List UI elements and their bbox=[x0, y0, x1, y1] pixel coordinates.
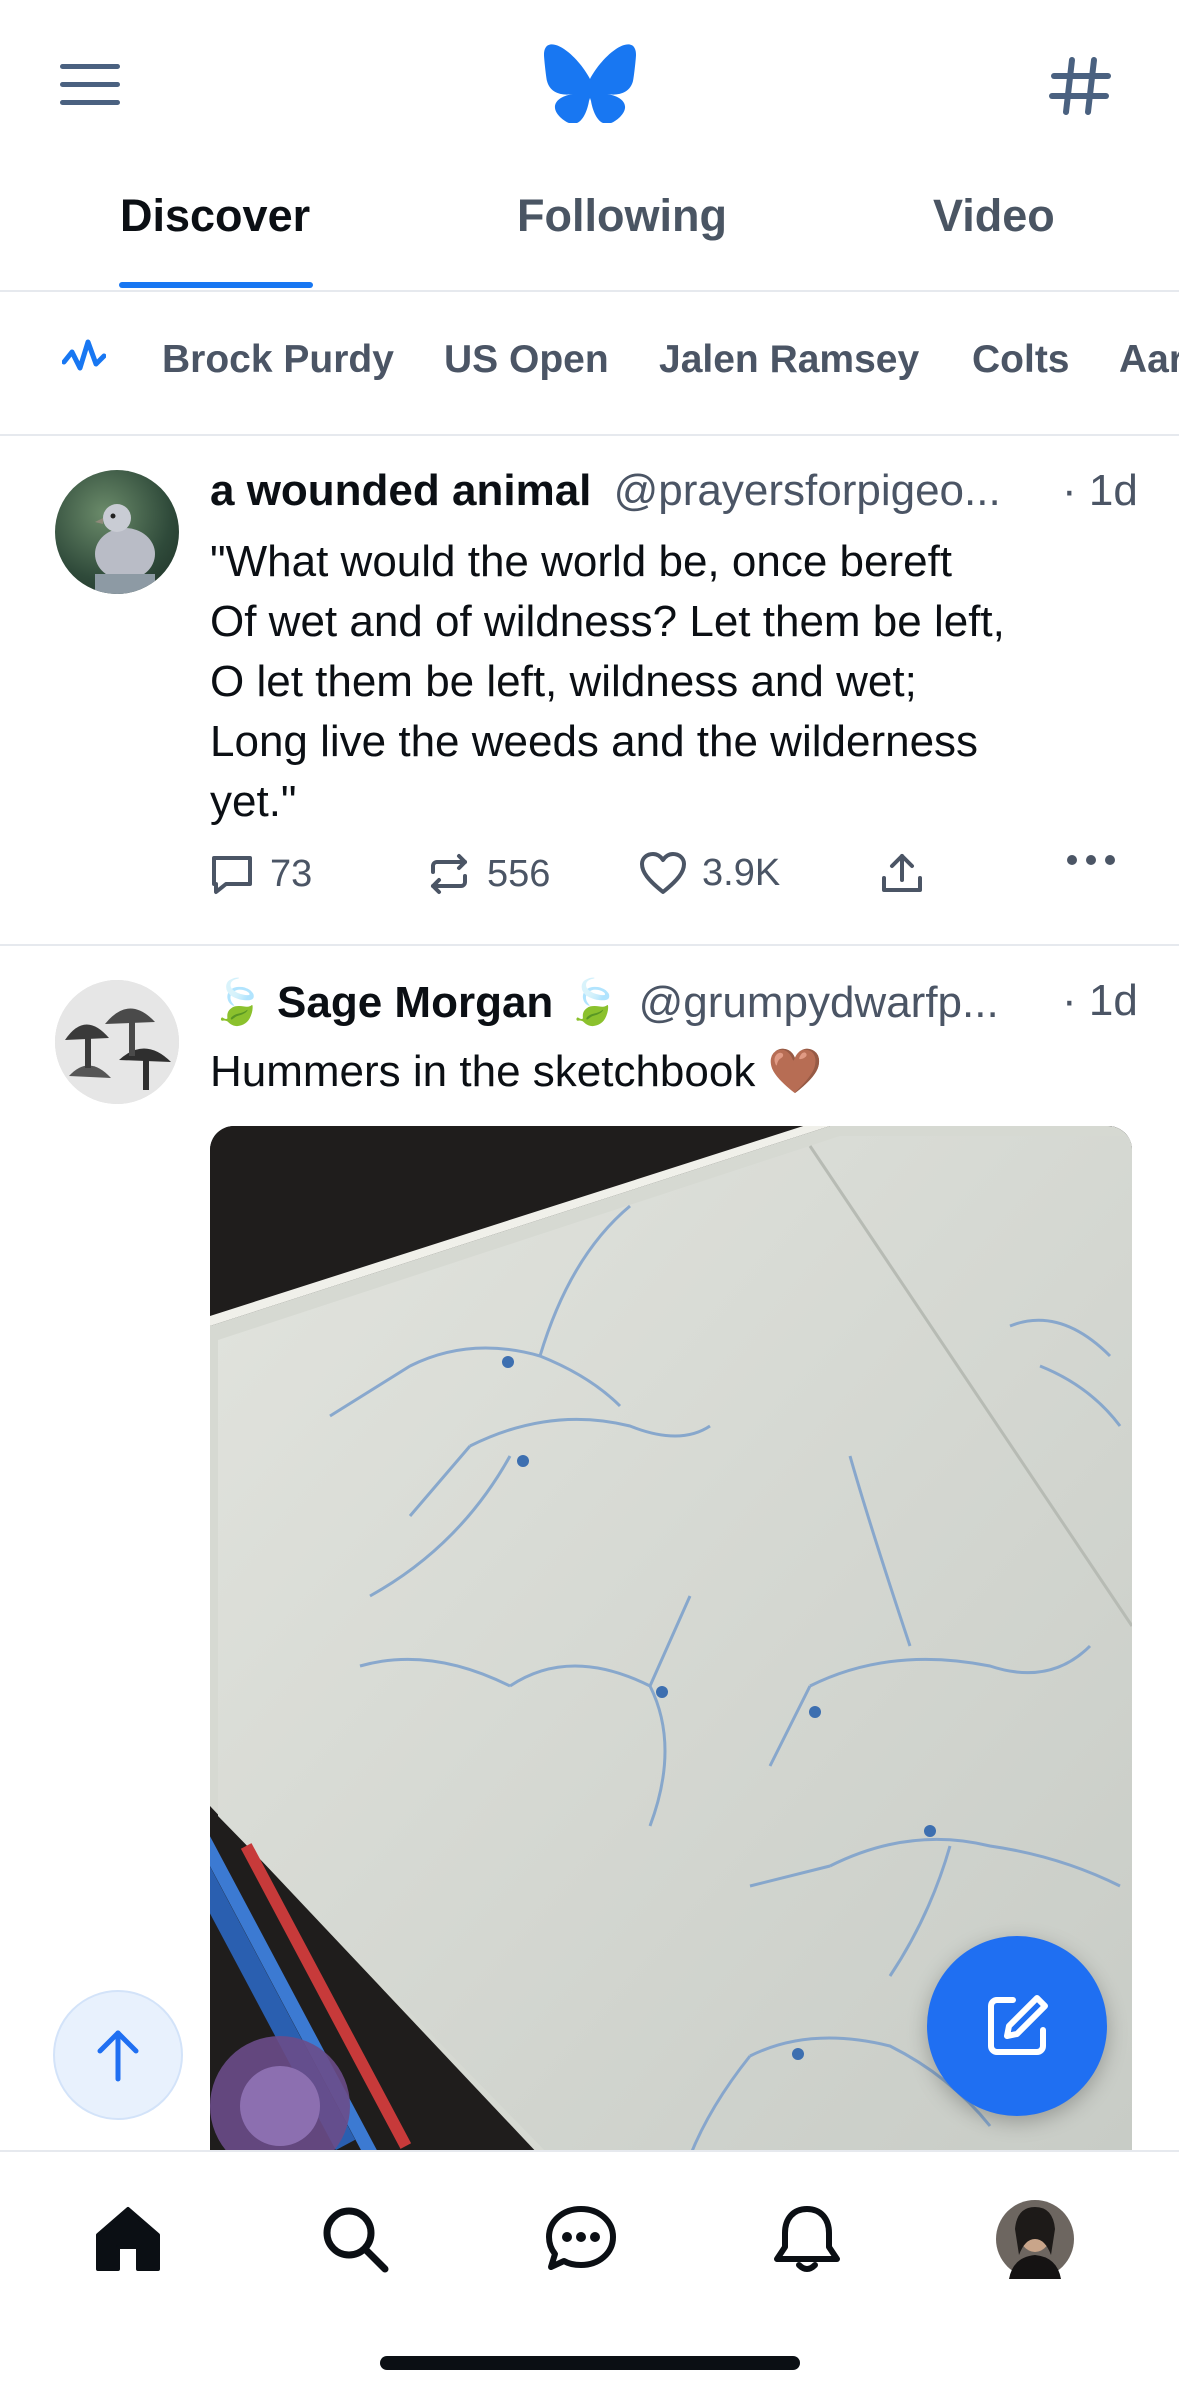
nav-profile[interactable] bbox=[990, 2194, 1080, 2284]
post-text-line: Long live the weeds and the wilderness bbox=[210, 717, 979, 766]
post-text-line: "What would the world be, once bereft bbox=[210, 537, 953, 586]
share-button[interactable] bbox=[878, 850, 926, 898]
heart-icon bbox=[640, 852, 686, 894]
arrow-up-icon bbox=[97, 2030, 139, 2082]
search-icon bbox=[323, 2207, 389, 2273]
repost-icon bbox=[431, 854, 467, 894]
active-tab-indicator bbox=[119, 282, 313, 288]
post-time[interactable]: · 1d bbox=[1062, 466, 1138, 516]
home-indicator bbox=[380, 2356, 800, 2370]
post-header: a wounded animal @prayersforpigeo... bbox=[210, 466, 1001, 516]
nav-search[interactable] bbox=[310, 2194, 400, 2284]
compose-button[interactable] bbox=[927, 1936, 1107, 2116]
hamburger-menu-icon bbox=[60, 64, 120, 105]
post-text-line: yet." bbox=[210, 777, 297, 826]
author-handle[interactable]: @prayersforpigeo... bbox=[614, 466, 1001, 515]
butterfly-logo-icon bbox=[544, 44, 636, 123]
feed-tabs: Discover Following Video bbox=[0, 170, 1179, 292]
tab-discover[interactable]: Discover bbox=[120, 190, 310, 242]
post-header: 🍃 Sage Morgan 🍃 @grumpydwarfp... bbox=[210, 976, 999, 1028]
tab-following[interactable]: Following bbox=[517, 190, 727, 242]
author-emoji: 🍃 bbox=[565, 978, 621, 1027]
trending-pulse-icon bbox=[62, 339, 106, 371]
author-handle[interactable]: @grumpydwarfp... bbox=[639, 978, 999, 1027]
tab-video[interactable]: Video bbox=[933, 190, 1055, 242]
home-icon bbox=[96, 2207, 160, 2271]
share-icon bbox=[882, 854, 922, 892]
reply-count: 73 bbox=[270, 852, 313, 895]
pigeon-avatar-image bbox=[95, 504, 155, 594]
scroll-to-top-button[interactable] bbox=[53, 1990, 183, 2120]
like-count: 3.9K bbox=[702, 851, 781, 894]
mushroom-pattern-avatar-image bbox=[55, 980, 179, 1104]
like-button[interactable]: 3.9K bbox=[638, 850, 780, 896]
post-text: "What would the world be, once bereft Of… bbox=[210, 532, 1150, 832]
trending-bar: Brock Purdy US Open Jalen Ramsey Colts A… bbox=[0, 292, 1179, 436]
post-text-line: Of wet and of wildness? Let them be left… bbox=[210, 597, 1005, 646]
trending-item[interactable]: Jalen Ramsey bbox=[659, 338, 919, 382]
repost-count: 556 bbox=[487, 852, 551, 895]
chat-icon bbox=[546, 2206, 616, 2270]
author-name[interactable]: a wounded animal bbox=[210, 466, 591, 515]
menu-button[interactable] bbox=[50, 50, 130, 120]
post-text-line: O let them be left, wildness and wet; bbox=[210, 657, 917, 706]
compose-icon bbox=[988, 1995, 1048, 2055]
notifications-bell-icon bbox=[774, 2206, 840, 2272]
feeds-button[interactable] bbox=[1040, 46, 1120, 126]
profile-avatar bbox=[996, 2200, 1074, 2279]
bluesky-logo[interactable] bbox=[542, 40, 638, 126]
avatar[interactable] bbox=[55, 470, 179, 594]
post-actions: 73 556 3.9K bbox=[208, 850, 1128, 910]
author-name[interactable]: Sage Morgan bbox=[277, 978, 553, 1027]
more-options-button[interactable] bbox=[1066, 850, 1116, 870]
trending-item[interactable]: US Open bbox=[444, 338, 609, 382]
nav-home[interactable] bbox=[83, 2194, 173, 2284]
repost-button[interactable]: 556 bbox=[425, 850, 550, 898]
hashtag-icon bbox=[1049, 57, 1111, 115]
trending-item[interactable]: Aar bbox=[1119, 338, 1179, 382]
reply-button[interactable]: 73 bbox=[208, 850, 312, 898]
nav-chat[interactable] bbox=[536, 2194, 626, 2284]
reply-icon bbox=[212, 856, 252, 894]
author-emoji: 🍃 bbox=[210, 978, 265, 1027]
avatar[interactable] bbox=[55, 980, 179, 1104]
nav-notifications[interactable] bbox=[762, 2194, 852, 2284]
trending-item[interactable]: Brock Purdy bbox=[162, 338, 394, 382]
trending-item[interactable]: Colts bbox=[972, 338, 1070, 382]
post-divider bbox=[0, 944, 1179, 946]
more-horizontal-icon bbox=[1067, 855, 1115, 865]
post-text: Hummers in the sketchbook 🤎 bbox=[210, 1047, 823, 1096]
post-time[interactable]: · 1d bbox=[1062, 976, 1138, 1026]
